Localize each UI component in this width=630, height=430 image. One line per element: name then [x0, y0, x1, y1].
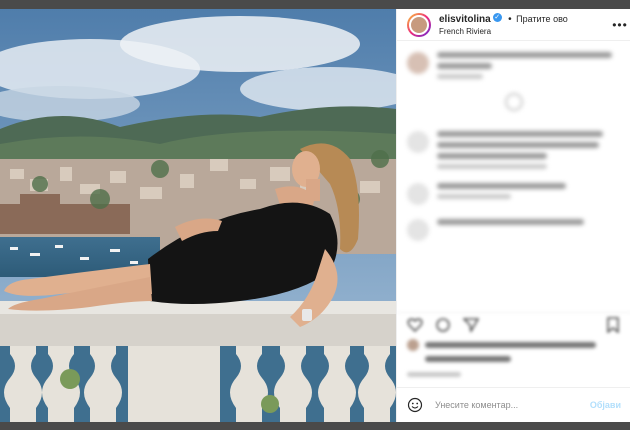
list-item — [407, 131, 621, 169]
bottom-dim-bar — [0, 422, 630, 430]
more-options-icon[interactable]: ••• — [610, 18, 630, 32]
load-more-comments-icon[interactable] — [505, 93, 523, 111]
author-avatar[interactable] — [407, 12, 431, 37]
post-actions — [397, 312, 630, 336]
post-photo[interactable] — [0, 9, 396, 422]
post-comment-button[interactable]: Објави — [590, 400, 621, 410]
verified-badge-icon: ✓ — [492, 12, 502, 22]
post-modal: elisvitolina ✓ • Пратите ово French Rivie… — [0, 9, 630, 422]
add-comment-bar: Објави — [397, 387, 630, 422]
comments-list — [397, 42, 630, 312]
emoji-icon[interactable] — [407, 397, 423, 413]
list-item — [407, 183, 621, 205]
post-header: elisvitolina ✓ • Пратите ово French Rivie… — [397, 9, 630, 41]
like-heart-icon[interactable] — [407, 317, 423, 333]
list-item — [407, 52, 621, 79]
post-location[interactable]: French Riviera — [439, 26, 610, 38]
follow-button[interactable]: Пратите ово — [516, 14, 568, 24]
header-separator: • — [508, 13, 512, 25]
comment-icon[interactable] — [435, 317, 451, 333]
post-image — [0, 9, 396, 422]
likes-summary — [407, 339, 621, 377]
post-sidebar: elisvitolina ✓ • Пратите ово French Rivie… — [396, 9, 630, 422]
bookmark-icon[interactable] — [605, 316, 621, 333]
top-dim-bar — [0, 0, 630, 9]
list-item — [407, 219, 621, 241]
author-username[interactable]: elisvitolina — [439, 14, 491, 25]
share-icon[interactable] — [463, 317, 479, 333]
comment-input[interactable] — [435, 400, 590, 410]
